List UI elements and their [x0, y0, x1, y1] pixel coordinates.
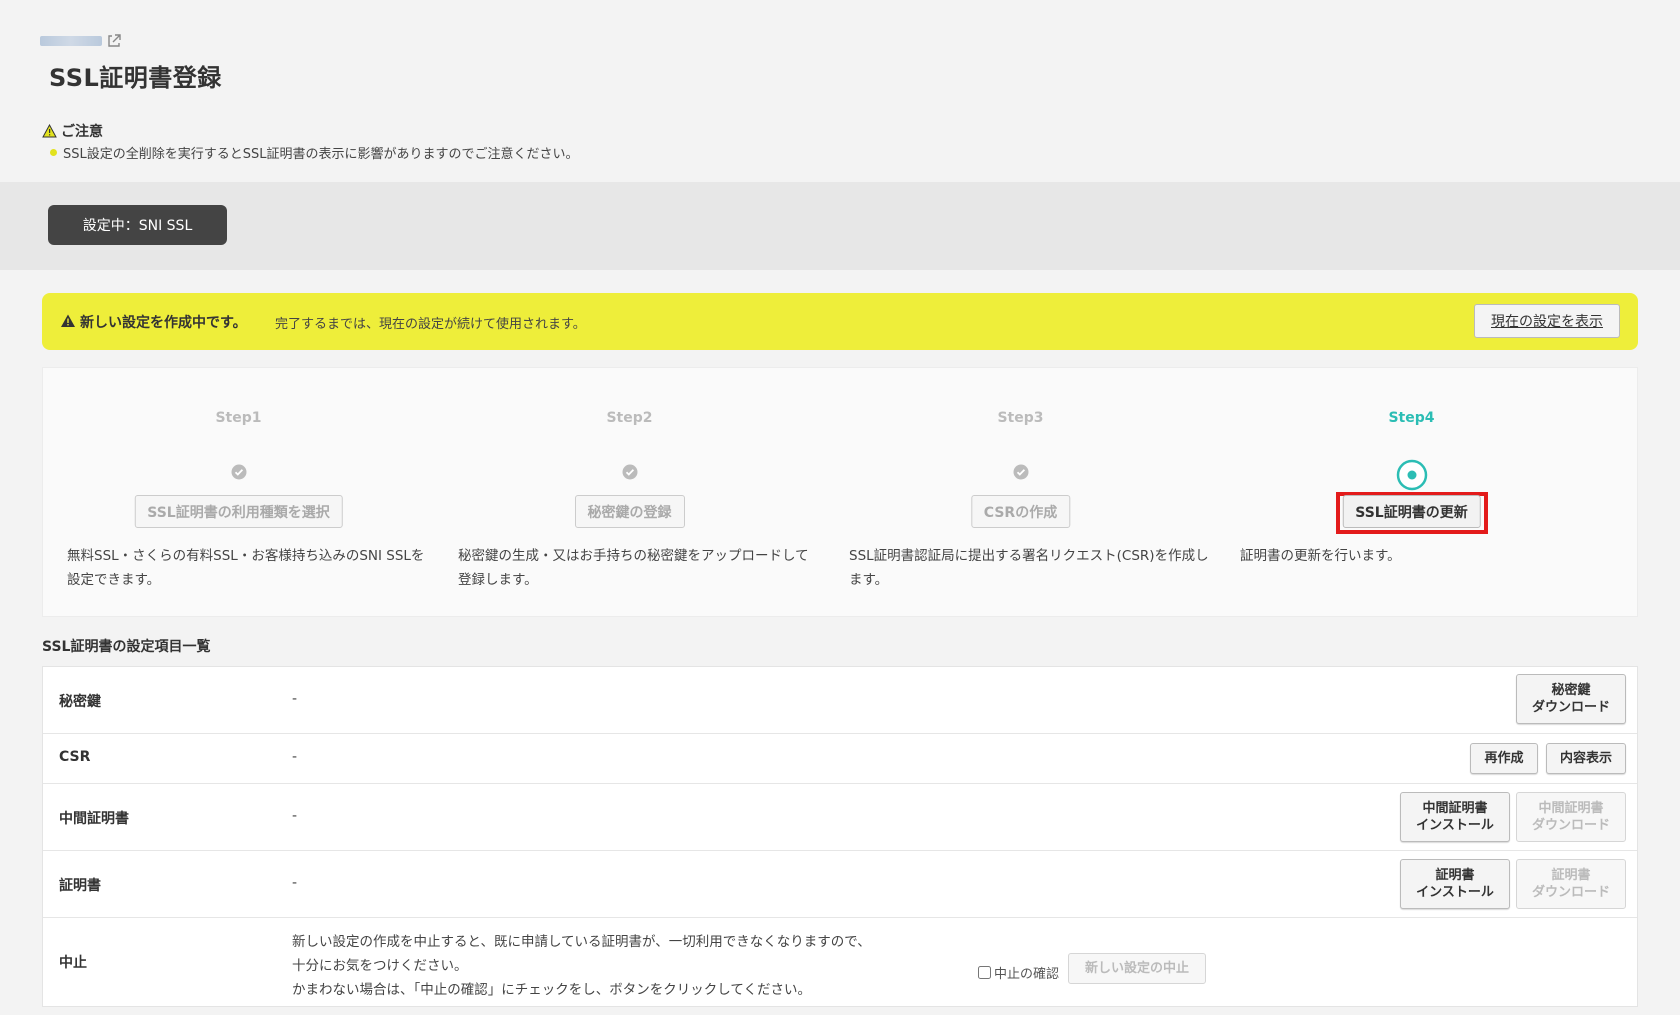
cancel-line: 新しい設定の作成を中止すると、既に申請している証明書が、一切利用できなくなります…	[292, 934, 871, 950]
button-line: 中間証明書	[1422, 801, 1488, 816]
step-label: Step4	[1388, 410, 1435, 426]
warning-icon	[42, 124, 57, 138]
step-1: Step1 SSL証明書の利用種類を選択 無料SSL・さくらの有料SSL・お客様…	[43, 368, 434, 618]
csr-recreate-button[interactable]: 再作成	[1470, 743, 1538, 774]
alert-title: 新しい設定を作成中です。	[80, 315, 247, 331]
select-ssl-type-button[interactable]: SSL証明書の利用種類を選択	[134, 495, 343, 528]
row-label: 秘密鍵	[59, 694, 101, 710]
button-line: ダウンロード	[1531, 885, 1610, 900]
step-description: 無料SSL・さくらの有料SSL・お客様持ち込みのSNI SSLを設定できます。	[67, 548, 425, 588]
notice-heading: ご注意	[42, 121, 103, 141]
button-line: ダウンロード	[1531, 700, 1610, 715]
step-description: SSL証明書認証局に提出する署名リクエスト(CSR)を作成します。	[849, 548, 1209, 588]
csr-show-content-button[interactable]: 内容表示	[1546, 743, 1626, 774]
show-current-setting-button[interactable]: 現在の設定を表示	[1474, 304, 1620, 338]
notice-heading-text: ご注意	[61, 124, 103, 140]
step-description: 秘密鍵の生成・又はお手持ちの秘密鍵をアップロードして登録します。	[458, 548, 809, 588]
cancel-new-setting-button[interactable]: 新しい設定の中止	[1068, 953, 1206, 984]
current-setting-badge: 設定中：SNI SSL	[48, 205, 227, 245]
notice-body-text: SSL設定の全削除を実行するとSSL証明書の表示に影響がありますのでご注意くださ…	[63, 147, 579, 162]
step-label: Step1	[215, 410, 262, 426]
settings-list-title: SSL証明書の設定項目一覧	[42, 639, 211, 655]
row-value: -	[292, 749, 298, 765]
step-2: Step2 秘密鍵の登録 秘密鍵の生成・又はお手持ちの秘密鍵をアップロードして登…	[434, 368, 825, 618]
row-label: CSR	[59, 749, 91, 765]
row-value: -	[292, 691, 298, 707]
page-title: SSL証明書登録	[49, 64, 222, 92]
step-label: Step3	[997, 410, 1044, 426]
row-value: -	[292, 808, 298, 824]
step-label: Step2	[606, 410, 653, 426]
settings-table: 秘密鍵 - 秘密鍵 ダウンロード CSR - 再作成 内容表示 中間証明書 - …	[42, 666, 1638, 1007]
current-setting-band	[0, 182, 1680, 270]
cancel-confirm-checkbox[interactable]	[978, 966, 991, 979]
certificate-install-button[interactable]: 証明書 インストール	[1400, 859, 1510, 909]
step-progress: Step1 SSL証明書の利用種類を選択 無料SSL・さくらの有料SSL・お客様…	[42, 367, 1638, 617]
button-line: インストール	[1416, 818, 1494, 833]
button-line: 証明書	[1435, 868, 1475, 883]
alert-text: 完了するまでは、現在の設定が続けて使用されます。	[275, 317, 586, 332]
button-line: インストール	[1416, 885, 1494, 900]
button-line: 証明書	[1551, 868, 1591, 883]
table-row-csr: CSR - 再作成 内容表示	[43, 734, 1637, 784]
register-private-key-button[interactable]: 秘密鍵の登録	[574, 495, 685, 528]
domain-link[interactable]	[40, 33, 122, 49]
external-link-icon[interactable]	[106, 33, 122, 49]
certificate-download-button[interactable]: 証明書 ダウンロード	[1516, 859, 1626, 909]
notice-body: SSL設定の全削除を実行するとSSL証明書の表示に影響がありますのでご注意くださ…	[50, 143, 579, 162]
button-line: 秘密鍵	[1551, 683, 1591, 698]
cancel-description: 新しい設定の作成を中止すると、既に申請している証明書が、一切利用できなくなります…	[292, 930, 871, 1002]
table-row-certificate: 証明書 - 証明書 インストール 証明書 ダウンロード	[43, 851, 1637, 918]
check-circle-icon	[622, 464, 637, 480]
cancel-line: 十分にお気をつけください。	[292, 958, 468, 974]
cancel-confirm-text: 中止の確認	[994, 967, 1060, 982]
warning-icon	[61, 314, 75, 327]
create-csr-button[interactable]: CSRの作成	[970, 495, 1071, 528]
check-circle-icon	[1013, 464, 1028, 480]
domain-name-redacted	[40, 36, 102, 46]
intermediate-cert-download-button[interactable]: 中間証明書 ダウンロード	[1516, 792, 1626, 842]
cancel-line: かまわない場合は、「中止の確認」にチェックをし、ボタンをクリックしてください。	[292, 982, 811, 998]
table-row-cancel: 中止 新しい設定の作成を中止すると、既に申請している証明書が、一切利用できなくな…	[43, 918, 1637, 1006]
current-step-icon	[1396, 459, 1427, 491]
private-key-download-button[interactable]: 秘密鍵 ダウンロード	[1516, 674, 1626, 724]
row-label: 中止	[59, 955, 87, 971]
row-label: 証明書	[59, 878, 101, 894]
bullet-icon	[50, 149, 57, 156]
table-row-private-key: 秘密鍵 - 秘密鍵 ダウンロード	[43, 667, 1637, 734]
step-description: 証明書の更新を行います。	[1240, 548, 1401, 564]
button-line: 中間証明書	[1538, 801, 1604, 816]
step-3: Step3 CSRの作成 SSL証明書認証局に提出する署名リクエスト(CSR)を…	[825, 368, 1216, 618]
row-label: 中間証明書	[59, 811, 129, 827]
row-value: -	[292, 875, 298, 891]
update-ssl-certificate-button[interactable]: SSL証明書の更新	[1342, 495, 1481, 528]
step-4: Step4 SSL証明書の更新 証明書の更新を行います。	[1216, 368, 1607, 618]
button-line: ダウンロード	[1531, 818, 1610, 833]
alert-banner: 新しい設定を作成中です。 完了するまでは、現在の設定が続けて使用されます。 現在…	[42, 293, 1638, 350]
check-circle-icon	[231, 464, 246, 480]
cancel-confirm-label[interactable]: 中止の確認	[978, 963, 1059, 982]
intermediate-cert-install-button[interactable]: 中間証明書 インストール	[1400, 792, 1510, 842]
table-row-intermediate-cert: 中間証明書 - 中間証明書 インストール 中間証明書 ダウンロード	[43, 784, 1637, 851]
